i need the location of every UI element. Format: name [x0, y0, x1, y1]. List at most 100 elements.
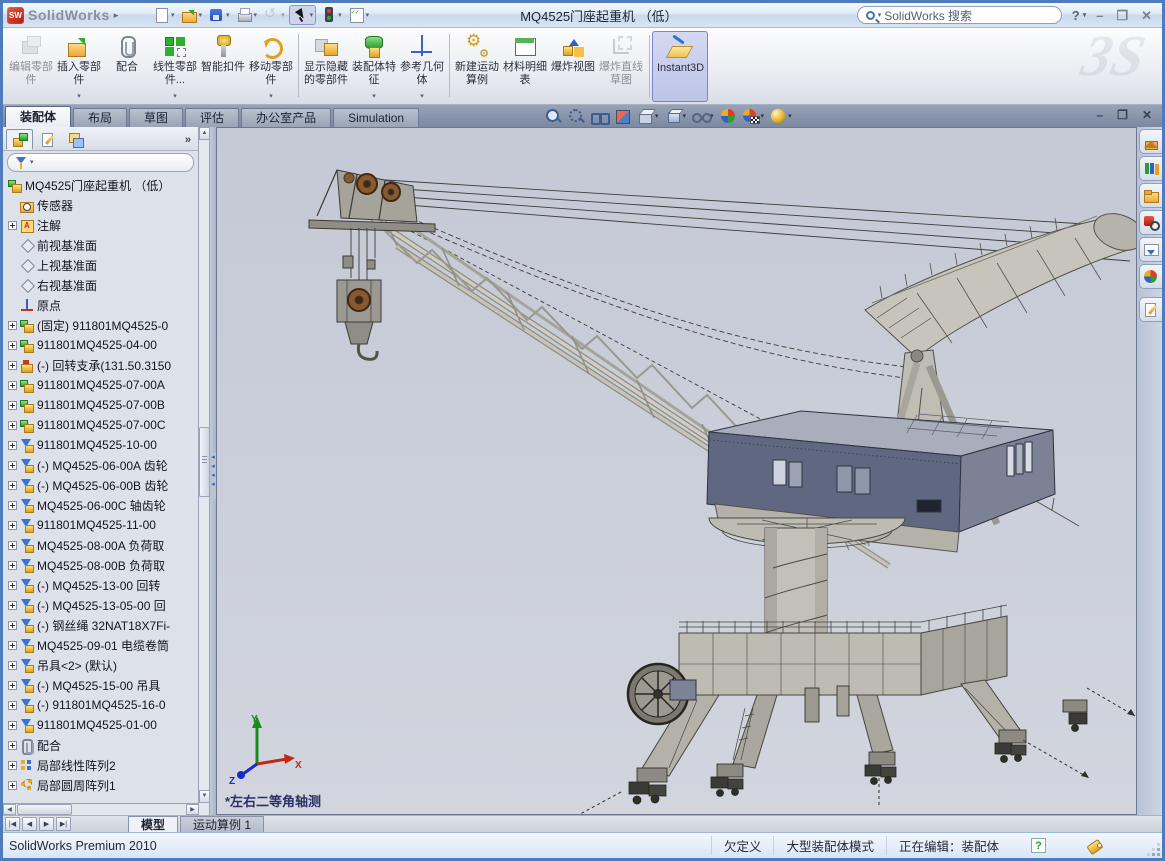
task-pane-tab[interactable]	[1139, 156, 1162, 181]
tab-property-manager[interactable]	[34, 129, 61, 150]
expand-toggle-icon[interactable]	[8, 781, 17, 790]
task-pane-tab[interactable]	[1139, 183, 1162, 208]
view-tool-button[interactable]: ▾	[612, 106, 632, 126]
tree-item[interactable]: MQ4525-08-00A 负荷取	[6, 535, 198, 555]
view-tool-caret-icon[interactable]: ▾	[655, 113, 659, 120]
tree-root-item[interactable]: MQ4525门座起重机 （低）	[6, 175, 198, 195]
command-tab[interactable]: 草图	[129, 108, 183, 127]
toolbar-button[interactable]: ▾	[206, 5, 232, 25]
tree-item[interactable]: (-) MQ4525-15-00 吊具	[6, 675, 198, 695]
ribbon-button[interactable]: 配合 ▾	[103, 31, 151, 102]
ribbon-button[interactable]: 装配体特征 ▾	[350, 31, 398, 102]
tree-item[interactable]: 上视基准面	[6, 255, 198, 275]
expand-toggle-icon[interactable]	[8, 541, 17, 550]
tree-item[interactable]: (-) 钢丝绳 32NAT18X7Fi-	[6, 615, 198, 635]
task-pane-tab[interactable]	[1139, 210, 1162, 235]
toolbar-button[interactable]: ▾	[261, 5, 287, 25]
dropdown-caret-icon[interactable]: ▾	[338, 12, 342, 19]
ribbon-dropdown-caret-icon[interactable]: ▾	[420, 92, 424, 102]
tree-item[interactable]: 传感器	[6, 195, 198, 215]
tree-item[interactable]: 911801MQ4525-07-00C	[6, 415, 198, 435]
tree-item[interactable]: 911801MQ4525-07-00A	[6, 375, 198, 395]
crane-model[interactable]	[217, 128, 1137, 815]
view-tool-caret-icon[interactable]: ▾	[788, 113, 792, 120]
tree-item[interactable]: 911801MQ4525-11-00	[6, 515, 198, 535]
ribbon-button[interactable]: 移动零部件 ▾	[247, 31, 295, 102]
view-tool-caret-icon[interactable]: ▾	[761, 113, 765, 120]
expand-toggle-icon[interactable]	[8, 461, 17, 470]
command-tab[interactable]: 评估	[185, 108, 239, 127]
ribbon-button[interactable]: 显示隐藏的零部件 ▾	[302, 31, 350, 102]
model-tab[interactable]: 运动算例 1	[180, 816, 264, 832]
tree-item[interactable]: (-) MQ4525-06-00A 齿轮	[6, 455, 198, 475]
tree-item[interactable]: MQ4525-06-00C 轴齿轮	[6, 495, 198, 515]
task-pane-tab[interactable]	[1139, 297, 1162, 322]
hscroll-thumb[interactable]	[17, 804, 72, 815]
dropdown-caret-icon[interactable]: ▾	[254, 12, 258, 19]
tree-item[interactable]: (-) 回转支承(131.50.3150	[6, 355, 198, 375]
filter-caret-icon[interactable]: ▾	[30, 159, 34, 166]
tree-item[interactable]: 右视基准面	[6, 275, 198, 295]
scroll-down-icon[interactable]: ▼	[199, 790, 210, 803]
doc-restore-button[interactable]: ❐	[1117, 108, 1128, 122]
ribbon-button[interactable]: Instant3D ▾	[652, 31, 708, 102]
tab-nav-icon[interactable]: ▶	[39, 817, 54, 831]
command-tab[interactable]: 办公室产品	[241, 108, 331, 127]
tree-item[interactable]: 配合	[6, 735, 198, 755]
ribbon-button[interactable]: 插入零部件 ▾	[55, 31, 103, 102]
expand-toggle-icon[interactable]	[8, 441, 17, 450]
ribbon-dropdown-caret-icon[interactable]: ▾	[77, 92, 81, 102]
tree-vertical-scrollbar[interactable]: ▲ ▼	[199, 127, 210, 815]
tree-item[interactable]: 吊具<2> (默认)	[6, 655, 198, 675]
expand-toggle-icon[interactable]	[8, 721, 17, 730]
expand-toggle-icon[interactable]	[8, 761, 17, 770]
app-menu[interactable]: SW SolidWorks ▸	[7, 7, 137, 24]
ribbon-dropdown-caret-icon[interactable]: ▾	[372, 92, 376, 102]
dropdown-caret-icon[interactable]: ▾	[281, 12, 285, 19]
help-dropdown-icon[interactable]: ▾	[1083, 12, 1087, 19]
expand-toggle-icon[interactable]	[8, 581, 17, 590]
doc-close-button[interactable]: ✕	[1142, 108, 1152, 122]
resize-grip[interactable]	[1148, 844, 1160, 856]
view-tool-button[interactable]: ▾	[718, 106, 738, 126]
quick-tips-icon[interactable]: ?	[1031, 838, 1046, 853]
expand-toggle-icon[interactable]	[8, 381, 17, 390]
vscroll-thumb[interactable]	[199, 427, 210, 497]
task-pane-tab[interactable]	[1139, 264, 1162, 289]
expand-toggle-icon[interactable]	[8, 421, 17, 430]
toolbar-button[interactable]: ▾	[318, 5, 344, 25]
toolbar-button[interactable]: ▾	[179, 5, 205, 25]
command-tab[interactable]: 布局	[73, 108, 127, 127]
expand-toggle-icon[interactable]	[8, 341, 17, 350]
tree-item[interactable]: (-) 911801MQ4525-16-0	[6, 695, 198, 715]
scroll-left-icon[interactable]: ◀	[3, 804, 16, 815]
task-pane-tab[interactable]	[1139, 237, 1162, 262]
expand-toggle-icon[interactable]	[8, 641, 17, 650]
tree-item[interactable]: 原点	[6, 295, 198, 315]
tree-item[interactable]: (-) MQ4525-13-05-00 回	[6, 595, 198, 615]
view-tool-button[interactable]: ▾	[589, 106, 609, 126]
expand-toggle-icon[interactable]	[8, 701, 17, 710]
ribbon-button[interactable]: 智能扣件 ▾	[199, 31, 247, 102]
view-tool-button[interactable]: ▾	[566, 106, 586, 126]
tree-item[interactable]: 前视基准面	[6, 235, 198, 255]
tree-item[interactable]: (-) MQ4525-13-00 回转	[6, 575, 198, 595]
expand-toggle-icon[interactable]	[8, 221, 17, 230]
tree-item[interactable]: 911801MQ4525-01-00	[6, 715, 198, 735]
toolbar-button[interactable]: ▾	[151, 5, 177, 25]
view-tool-caret-icon[interactable]: ▾	[683, 113, 687, 120]
dropdown-caret-icon[interactable]: ▾	[310, 12, 314, 19]
expand-toggle-icon[interactable]	[8, 361, 17, 370]
search-input[interactable]: ▾ SolidWorks 搜索	[857, 6, 1062, 24]
expand-toggle-icon[interactable]	[8, 681, 17, 690]
tags-icon[interactable]	[1086, 838, 1102, 854]
expand-toggle-icon[interactable]	[8, 521, 17, 530]
ribbon-button[interactable]: 编辑零部件 ▾	[7, 31, 55, 102]
tab-nav-icon[interactable]: ◀	[22, 817, 37, 831]
tree-item[interactable]: 注解	[6, 215, 198, 235]
ribbon-button[interactable]: 爆炸视图 ▾	[549, 31, 597, 102]
tree-item[interactable]: (-) MQ4525-06-00B 齿轮	[6, 475, 198, 495]
expand-toggle-icon[interactable]	[8, 401, 17, 410]
view-tool-button[interactable]: ▾	[543, 106, 563, 126]
close-button[interactable]: ✕	[1141, 9, 1152, 22]
